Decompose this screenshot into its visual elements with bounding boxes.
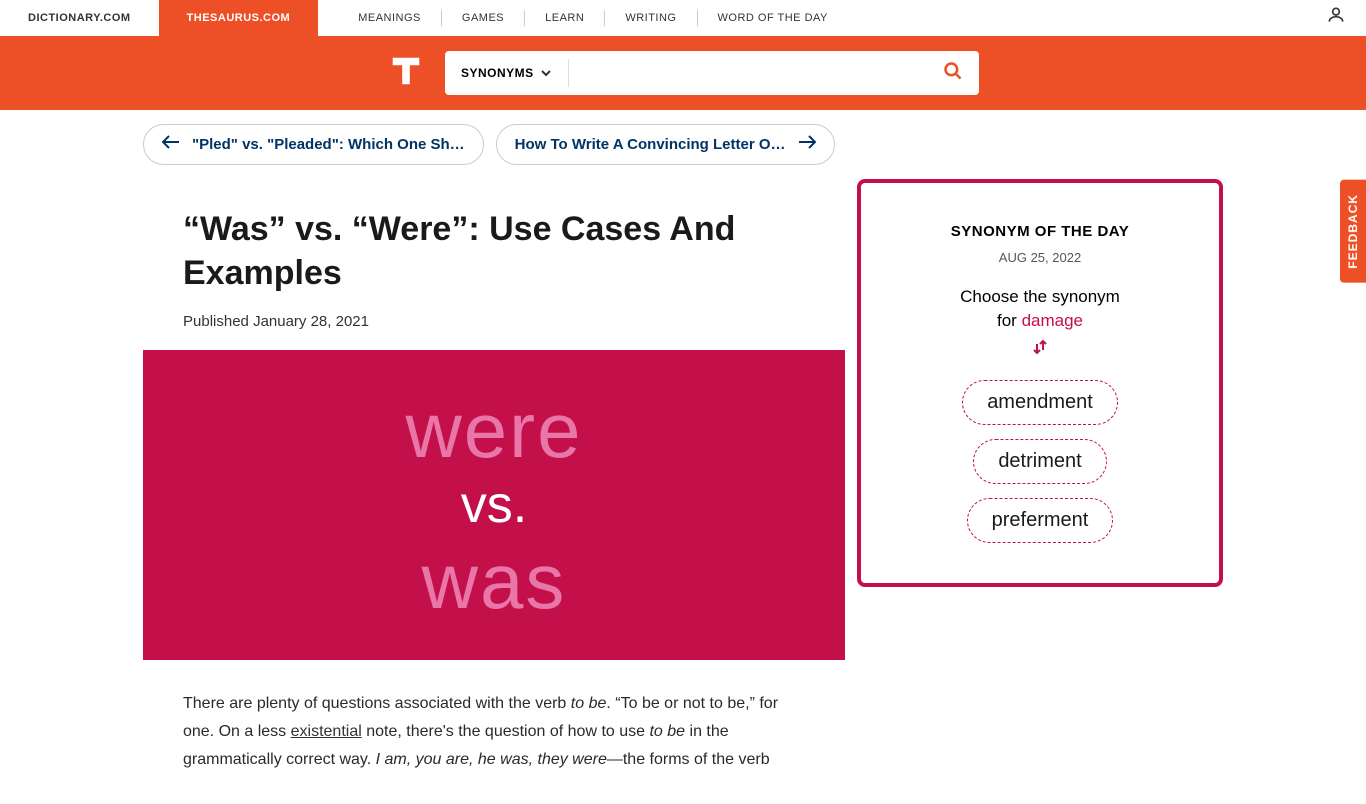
search-input[interactable]: [569, 65, 927, 81]
prev-article-link[interactable]: "Pled" vs. "Pleaded": Which One Sh…: [143, 124, 484, 165]
hero-image: were vs. was: [143, 350, 845, 660]
synonym-of-the-day: SYNONYM OF THE DAY AUG 25, 2022 Choose t…: [857, 179, 1223, 587]
option-buttons: amendment detriment preferment: [891, 380, 1189, 543]
article-date: Published January 28, 2021: [183, 313, 805, 330]
prev-article-title: "Pled" vs. "Pleaded": Which One Sh…: [192, 136, 465, 153]
link-existential[interactable]: existential: [291, 723, 362, 740]
content-wrap: "Pled" vs. "Pleaded": Which One Sh… How …: [123, 124, 1243, 804]
account-icon[interactable]: [1326, 5, 1346, 30]
nav-link-games[interactable]: GAMES: [442, 12, 524, 24]
nav-link-meanings[interactable]: MEANINGS: [338, 12, 441, 24]
search-banner: SYNONYMS: [0, 36, 1366, 110]
nav-link-writing[interactable]: WRITING: [605, 12, 696, 24]
search-type-dropdown[interactable]: SYNONYMS: [445, 66, 568, 80]
nav-link-learn[interactable]: LEARN: [525, 12, 604, 24]
article-title: “Was” vs. “Were”: Use Cases And Examples: [183, 207, 805, 295]
sotd-date: AUG 25, 2022: [891, 250, 1189, 265]
article-header: “Was” vs. “Were”: Use Cases And Examples…: [143, 179, 845, 350]
sotd-prompt-line1: Choose the synonym: [891, 287, 1189, 307]
body-paragraph: There are plenty of questions associated…: [183, 690, 805, 774]
search-icon: [943, 61, 963, 81]
next-article-title: How To Write A Convincing Letter O…: [515, 136, 786, 153]
article-body: There are plenty of questions associated…: [143, 660, 845, 804]
feedback-tab[interactable]: FEEDBACK: [1340, 180, 1366, 283]
top-nav: DICTIONARY.COM THESAURUS.COM MEANINGS GA…: [0, 0, 1366, 36]
logo-icon[interactable]: [387, 52, 425, 95]
sotd-prompt-line2: for damage: [891, 311, 1189, 331]
hero-text-was: was: [422, 542, 567, 620]
arrow-right-icon: [798, 135, 816, 154]
nav-link-wotd[interactable]: WORD OF THE DAY: [698, 12, 848, 24]
sotd-title: SYNONYM OF THE DAY: [891, 223, 1189, 240]
next-article-link[interactable]: How To Write A Convincing Letter O…: [496, 124, 835, 165]
article-nav: "Pled" vs. "Pleaded": Which One Sh… How …: [143, 124, 1223, 165]
arrow-left-icon: [162, 135, 180, 154]
hero-text-were: were: [405, 391, 582, 469]
option-amendment[interactable]: amendment: [962, 380, 1118, 425]
sotd-target-word[interactable]: damage: [1022, 311, 1083, 330]
option-detriment[interactable]: detriment: [973, 439, 1106, 484]
main-grid: “Was” vs. “Were”: Use Cases And Examples…: [143, 179, 1223, 804]
dropdown-label: SYNONYMS: [461, 66, 534, 80]
search-container: SYNONYMS: [445, 51, 979, 95]
tab-thesaurus[interactable]: THESAURUS.COM: [159, 0, 319, 36]
tab-dictionary[interactable]: DICTIONARY.COM: [0, 0, 159, 36]
option-preferment[interactable]: preferment: [967, 498, 1114, 543]
site-tabs: DICTIONARY.COM THESAURUS.COM: [0, 0, 318, 36]
article: “Was” vs. “Were”: Use Cases And Examples…: [143, 179, 845, 804]
chevron-down-icon: [540, 67, 552, 79]
search-button[interactable]: [927, 61, 979, 86]
nav-links: MEANINGS GAMES LEARN WRITING WORD OF THE…: [338, 10, 848, 26]
swap-icon: [891, 339, 1189, 360]
hero-text-vs: vs.: [461, 469, 527, 542]
